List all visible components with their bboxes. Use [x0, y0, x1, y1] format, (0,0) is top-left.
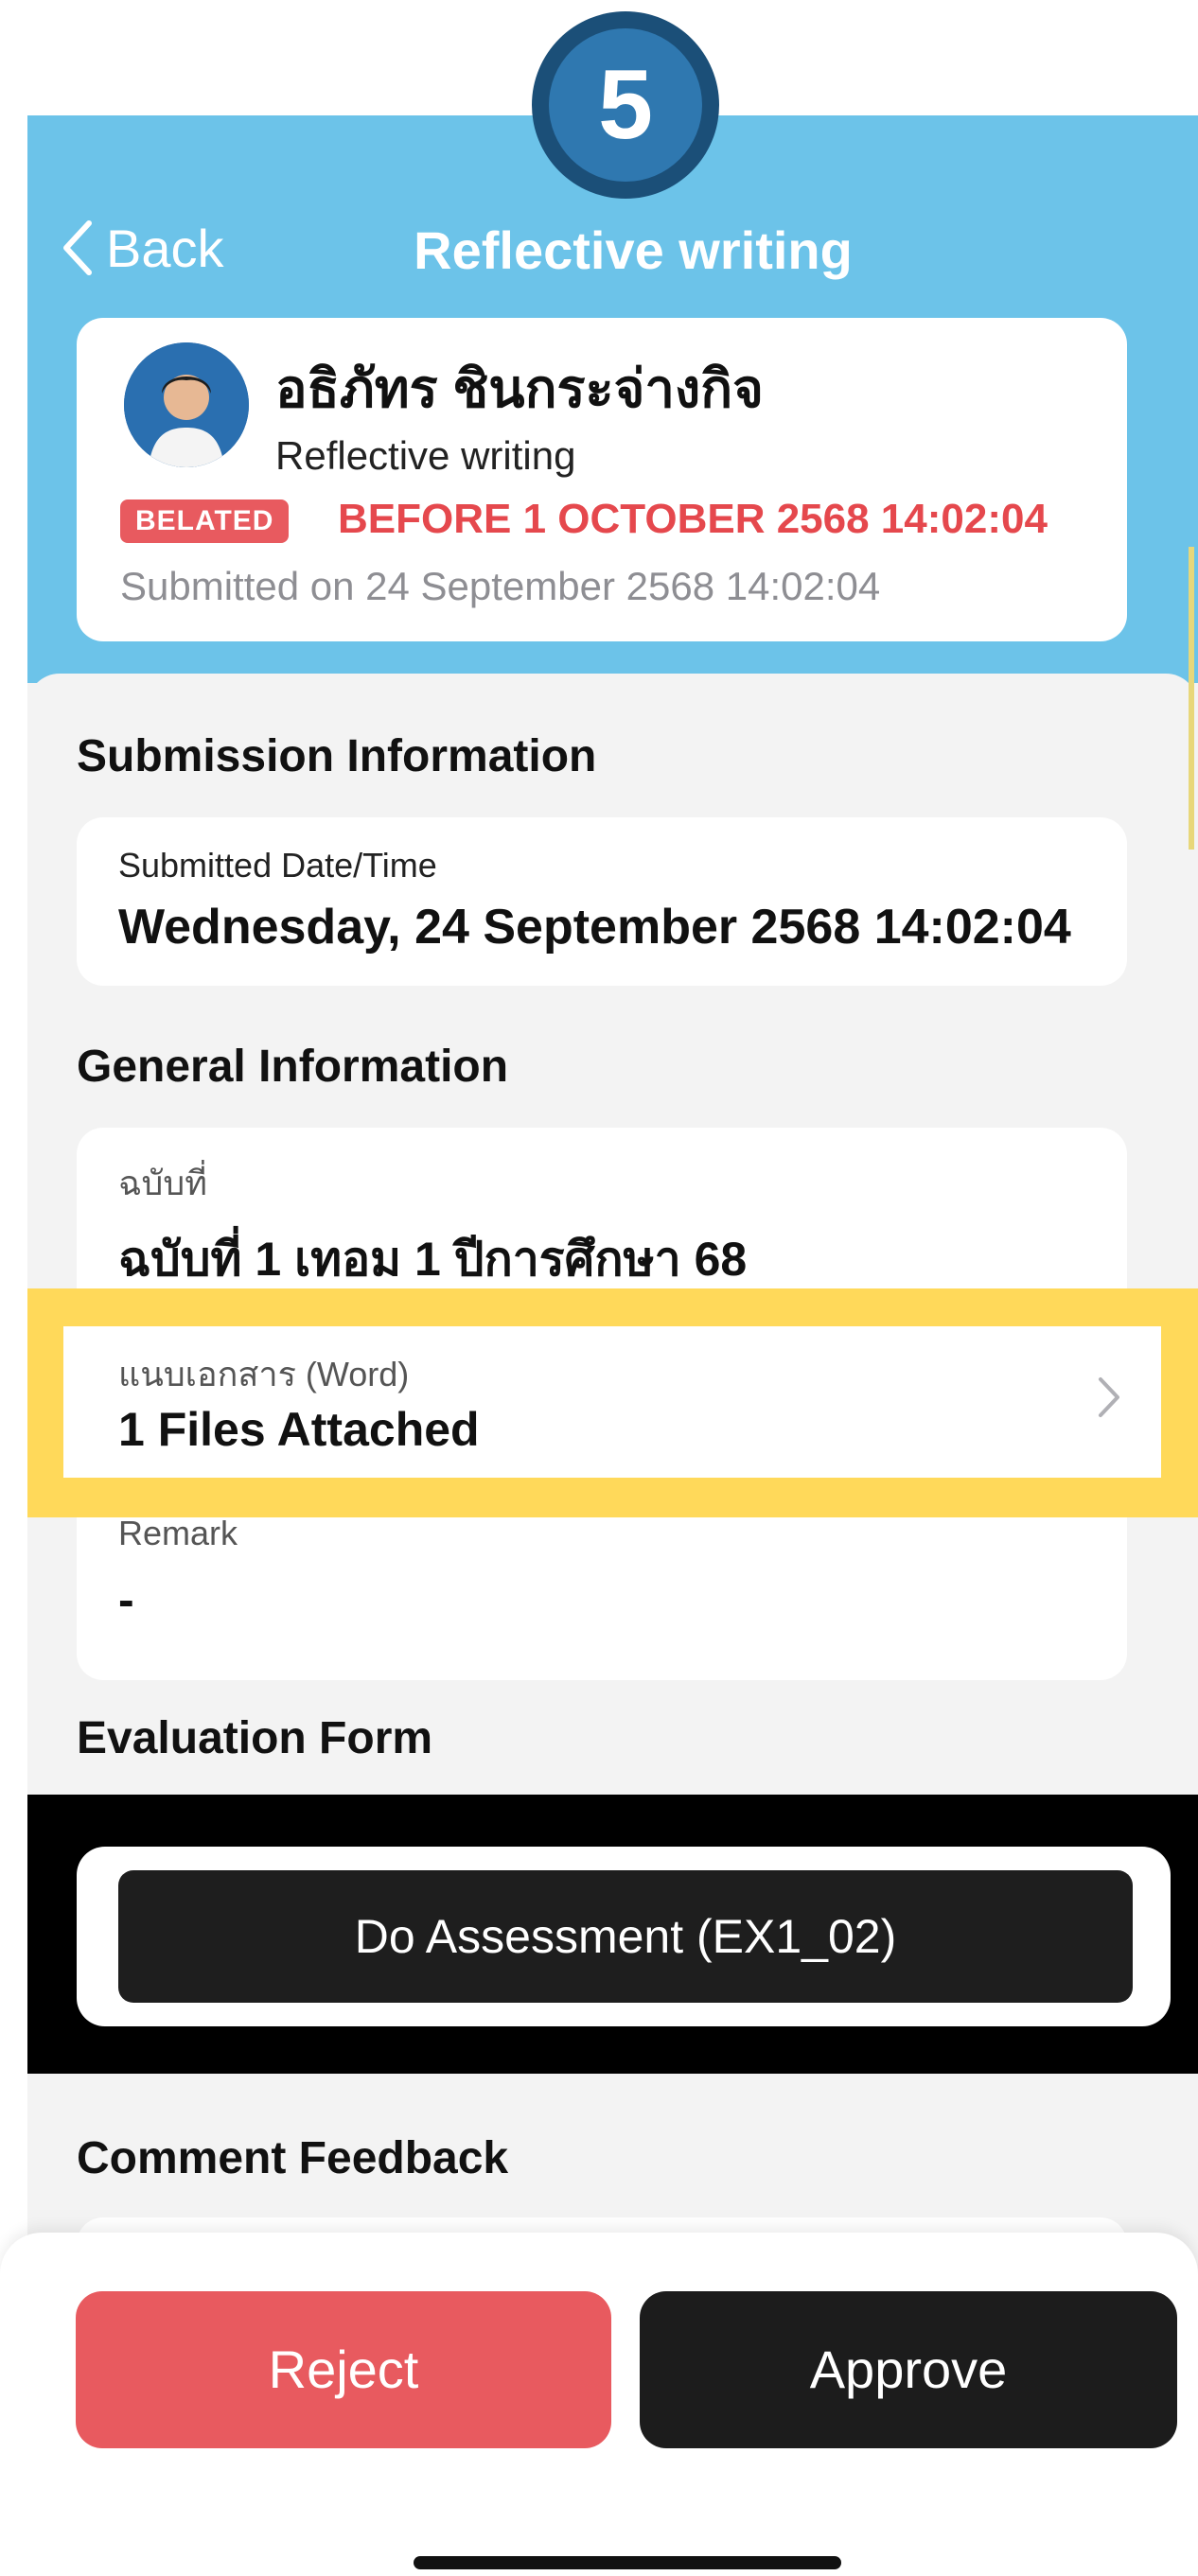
edge-marker [1189, 547, 1194, 850]
remark-label: Remark [118, 1514, 238, 1552]
chevron-left-icon [63, 220, 92, 275]
attachment-row[interactable]: แนบเอกสาร (Word) 1 Files Attached [63, 1326, 1161, 1478]
reject-button[interactable]: Reject [76, 2291, 611, 2448]
comment-feedback-title: Comment Feedback [77, 2133, 509, 2183]
issue-value: ฉบับที่ 1 เทอม 1 ปีการศึกษา 68 [118, 1233, 748, 1286]
home-indicator[interactable] [414, 2556, 841, 2569]
status-badge: BELATED [120, 499, 290, 543]
submitted-datetime-label: Submitted Date/Time [118, 846, 437, 885]
submission-info-card: Submitted Date/Time Wednesday, 24 Septem… [77, 817, 1127, 986]
attachment-label: แนบเอกสาร (Word) [118, 1355, 410, 1393]
step-number-badge: 5 [532, 11, 719, 199]
evaluation-card: Do Assessment (EX1_02) [77, 1847, 1171, 2026]
submitted-datetime-value: Wednesday, 24 September 2568 14:02:04 [118, 900, 1071, 955]
back-button[interactable]: Back [61, 210, 224, 286]
approve-button[interactable]: Approve [640, 2291, 1177, 2448]
bottom-action-bar: Reject Approve [0, 2233, 1198, 2576]
avatar [124, 342, 249, 467]
evaluation-form-title: Evaluation Form [77, 1713, 433, 1763]
back-label: Back [106, 218, 224, 278]
attachment-value: 1 Files Attached [118, 1403, 480, 1456]
do-assessment-button[interactable]: Do Assessment (EX1_02) [118, 1870, 1133, 2003]
deadline-text: BEFORE 1 OCTOBER 2568 14:02:04 [338, 496, 1048, 542]
general-info-title: General Information [77, 1042, 509, 1092]
step-number: 5 [549, 28, 702, 182]
assignment-name: Reflective writing [275, 433, 576, 478]
remark-value: - [118, 1573, 134, 1626]
chevron-right-icon [1099, 1377, 1119, 1417]
issue-label: ฉบับที่ [118, 1164, 207, 1202]
student-profile-card: อธิภัทร ชินกระจ่างกิจ Reflective writing… [77, 318, 1127, 641]
submitted-on-text: Submitted on 24 September 2568 14:02:04 [120, 564, 881, 608]
page-title: Reflective writing [414, 220, 853, 280]
app-screen: Back Reflective writing อธิภัทร ชินกระจ่… [27, 115, 1198, 2480]
student-name: อธิภัทร ชินกระจ่างกิจ [275, 359, 764, 418]
submission-info-title: Submission Information [77, 731, 597, 781]
